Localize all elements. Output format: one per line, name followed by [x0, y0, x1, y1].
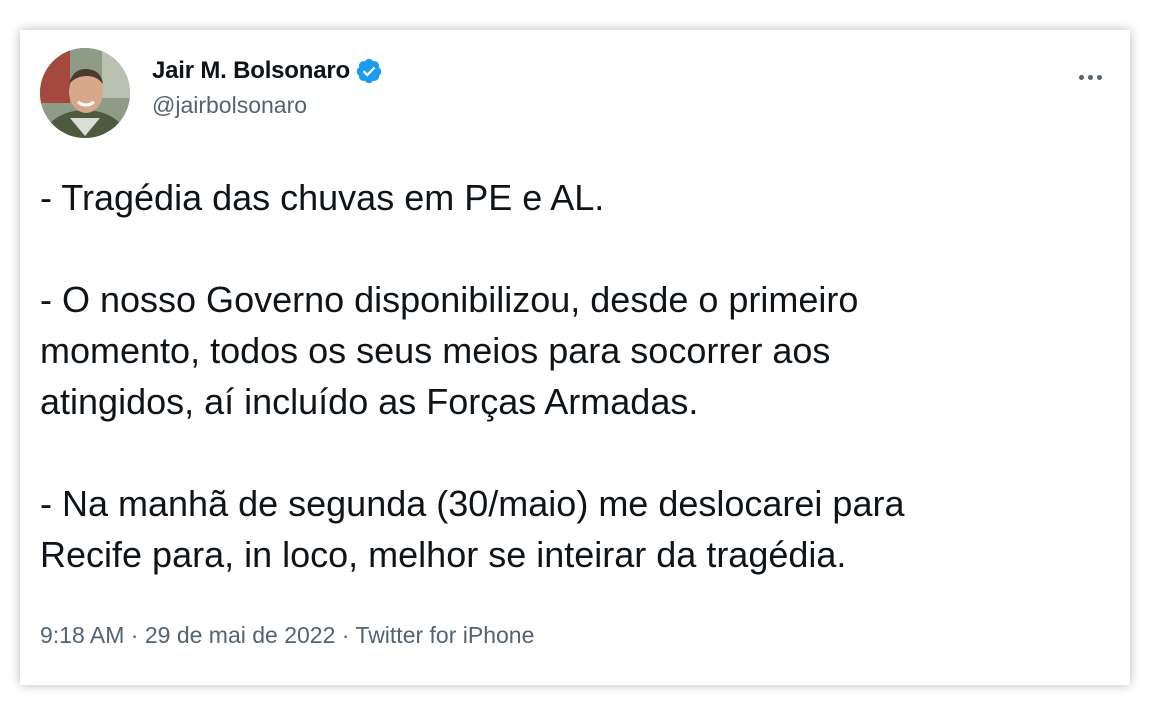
tweet-line: atingidos, aí incluído as Forças Armadas…: [40, 381, 699, 422]
tweet-card: Jair M. Bolsonaro @jairbolsonaro - Tragé…: [20, 30, 1130, 685]
verified-badge-icon: [355, 57, 383, 85]
more-options-button[interactable]: [1070, 62, 1110, 92]
avatar[interactable]: [40, 48, 130, 138]
tweet-text: - Tragédia das chuvas em PE e AL. - O no…: [40, 172, 1110, 580]
meta-separator: ·: [335, 622, 356, 648]
tweet-line: - O nosso Governo disponibilizou, desde …: [40, 279, 859, 320]
tweet-paragraph-2: - O nosso Governo disponibilizou, desde …: [40, 274, 1110, 427]
avatar-photo: [40, 48, 130, 138]
tweet-meta: 9:18 AM · 29 de mai de 2022 · Twitter fo…: [40, 622, 534, 649]
tweet-paragraph-1: - Tragédia das chuvas em PE e AL.: [40, 177, 605, 218]
author-names: Jair M. Bolsonaro @jairbolsonaro: [152, 54, 383, 119]
display-name[interactable]: Jair M. Bolsonaro: [152, 57, 350, 85]
tweet-line: momento, todos os seus meios para socorr…: [40, 330, 831, 371]
tweet-header: Jair M. Bolsonaro @jairbolsonaro: [40, 48, 1110, 142]
user-handle[interactable]: @jairbolsonaro: [152, 92, 383, 119]
tweet-source[interactable]: Twitter for iPhone: [355, 622, 534, 648]
more-icon: [1087, 74, 1093, 80]
meta-separator: ·: [124, 622, 145, 648]
tweet-line: Recife para, in loco, melhor se inteirar…: [40, 534, 847, 575]
more-icon: [1096, 74, 1102, 80]
tweet-time[interactable]: 9:18 AM: [40, 622, 124, 648]
tweet-line: - Na manhã de segunda (30/maio) me deslo…: [40, 483, 905, 524]
more-icon: [1078, 74, 1084, 80]
tweet-paragraph-3: - Na manhã de segunda (30/maio) me deslo…: [40, 478, 1110, 580]
display-name-row: Jair M. Bolsonaro: [152, 54, 383, 88]
tweet-date[interactable]: 29 de mai de 2022: [145, 622, 336, 648]
